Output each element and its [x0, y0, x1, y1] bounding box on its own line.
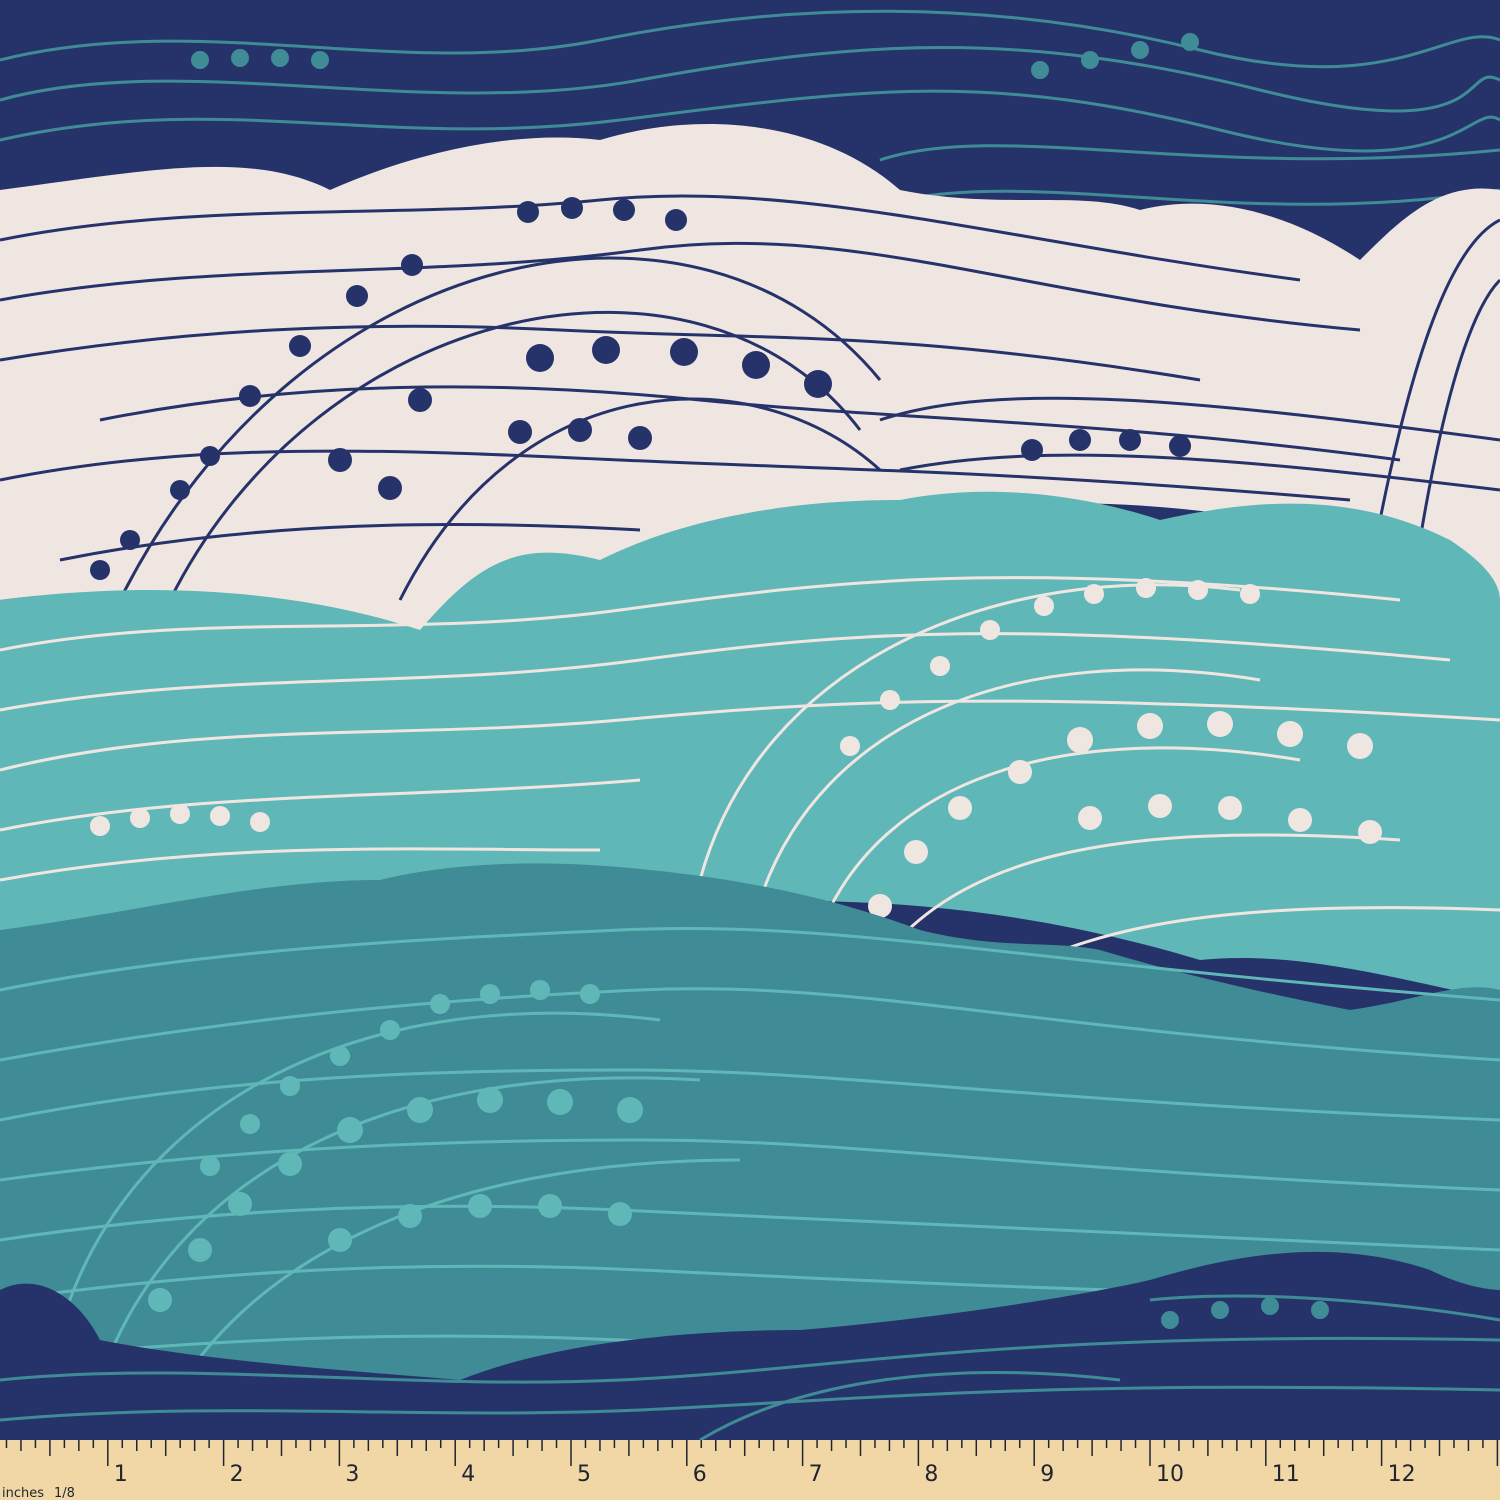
ruler-number: 12	[1388, 1462, 1416, 1487]
ruler-number: 7	[809, 1462, 823, 1487]
ruler-number: 8	[924, 1462, 938, 1487]
ruler-number: 2	[230, 1462, 244, 1487]
ruler-number: 10	[1156, 1462, 1184, 1487]
wave-pattern-illustration: 1234567891011121 inches 1/8	[0, 0, 1500, 1500]
ruler-number: 11	[1272, 1462, 1300, 1487]
fabric-swatch: 1234567891011121 inches 1/8	[0, 0, 1500, 1500]
ruler-number: 5	[577, 1462, 591, 1487]
ruler-number: 1	[114, 1462, 128, 1487]
ruler-fraction-label: 1/8	[54, 1486, 75, 1500]
ruler-number: 6	[693, 1462, 707, 1487]
ruler-number: 4	[461, 1462, 475, 1487]
ruler-number: 3	[345, 1462, 359, 1487]
ruler-unit-label: inches	[2, 1486, 44, 1500]
measuring-ruler: 1234567891011121 inches 1/8	[0, 1440, 1500, 1500]
ruler-number: 9	[1040, 1462, 1054, 1487]
